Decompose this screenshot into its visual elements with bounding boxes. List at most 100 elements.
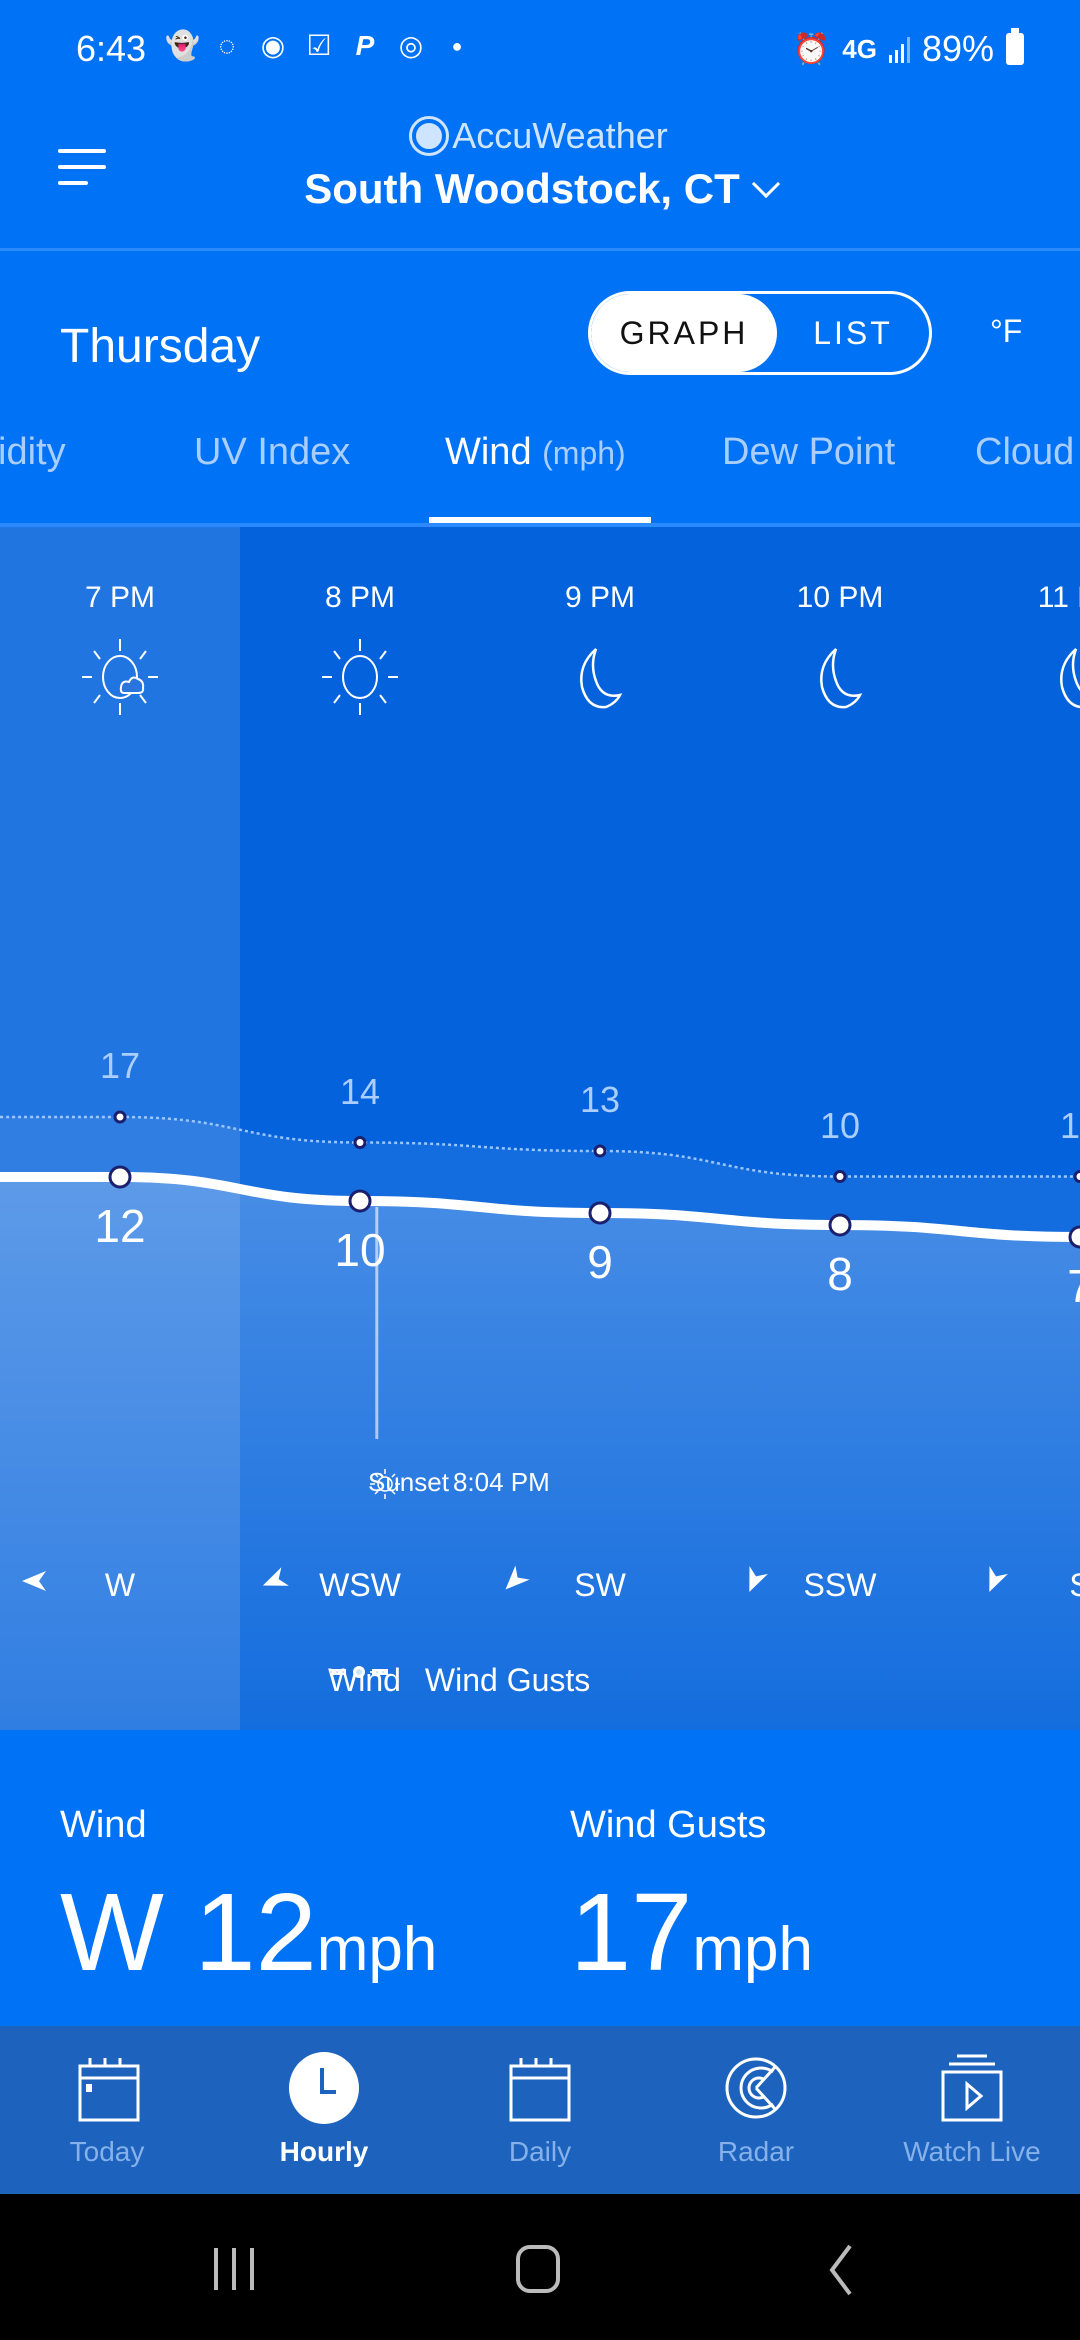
signal-strength-icon [888, 35, 910, 63]
gust-value-label: 10 [1059, 1104, 1080, 1146]
wind-details-panel: Wind W 12mph Wind Gusts 17mph [0, 1730, 1080, 2026]
gust-value-label: 13 [579, 1079, 621, 1120]
gust-point [1073, 1170, 1080, 1183]
sunny-icon [320, 637, 400, 717]
recent-apps-button[interactable] [206, 2244, 262, 2294]
nav-daily[interactable]: Daily [450, 2052, 630, 2168]
wind-direction: W [60, 1871, 164, 1994]
messenger-icon: ◉ [260, 30, 286, 61]
wind-point [828, 1213, 852, 1237]
gust-point [833, 1170, 847, 1183]
view-toggle: GRAPH LIST [588, 291, 932, 375]
nav-daily-label: Daily [508, 2136, 572, 2167]
nav-hourly[interactable]: Hourly [234, 2052, 414, 2168]
tab-uv-index[interactable]: UV Index [194, 431, 350, 474]
wind-direction-label: W [20, 1567, 220, 1604]
gusts-details-value: 17mph [570, 1878, 813, 1988]
list-toggle-button[interactable]: LIST [777, 294, 929, 372]
hour-label: 11 PM [1037, 581, 1080, 614]
legend-gusts-label: Wind Gusts [424, 1662, 591, 1698]
wind-point [108, 1165, 132, 1189]
back-button[interactable] [822, 2244, 862, 2296]
hour-label: 10 PM [796, 581, 884, 614]
nav-today-label: Today [69, 2136, 145, 2167]
clock-icon [289, 2052, 359, 2124]
unit-toggle[interactable]: °F [990, 313, 1022, 350]
wind-point [1068, 1225, 1080, 1249]
calendar-today-icon [78, 2058, 140, 2122]
location-name: South Woodstock, CT [304, 165, 740, 212]
hour-label: 7 PM [84, 581, 156, 614]
app-header: AccuWeather South Woodstock, CT [0, 105, 1080, 250]
status-bar: 6:43 👻 ◌ ◉ ☑ P ◎ ● ⏰ 4G 89% [0, 0, 1080, 105]
callfilter-icon: ☑ [306, 30, 332, 61]
gusts-details-label: Wind Gusts [570, 1804, 767, 1846]
nav-hourly-label: Hourly [279, 2136, 369, 2167]
nav-today[interactable]: Today [17, 2052, 197, 2168]
wind-chart-svg [0, 1110, 1080, 1730]
sunset-sun-icon [370, 1469, 400, 1499]
dot-icon: ● [451, 36, 463, 56]
tv-play-icon [941, 2054, 1003, 2122]
nav-radar[interactable]: Radar [666, 2052, 846, 2168]
wind-arrow-icon [505, 1565, 530, 1590]
accuweather-sun-icon [409, 116, 450, 156]
wind-arrow-icon [749, 1566, 768, 1593]
tab-wind[interactable]: Wind (mph) [445, 431, 626, 474]
chevron-down-icon [751, 169, 780, 199]
legend-gusts-swatch [330, 1669, 388, 1675]
tab-humidity[interactable]: idity [0, 431, 66, 474]
direction-text: SW [574, 1567, 626, 1603]
wind-arrow-icon [22, 1571, 46, 1591]
wind-direction-label: SW [500, 1565, 700, 1604]
hour-label: 8 PM [324, 581, 396, 614]
battery-percent: 89% [921, 28, 994, 69]
radar-icon [725, 2057, 787, 2119]
partly-sunny-icon [80, 637, 160, 717]
wind-value-label: 8 [827, 1248, 853, 1300]
instagram-icon: ◎ [398, 30, 424, 61]
graph-toggle-button[interactable]: GRAPH [591, 294, 777, 372]
wind-unit: mph [316, 1915, 438, 1984]
gust-point [593, 1144, 607, 1158]
moon-icon [1040, 637, 1080, 717]
gust-point [353, 1136, 367, 1149]
day-row: Thursday GRAPH LIST °F [0, 251, 1080, 411]
nav-radar-label: Radar [717, 2136, 795, 2167]
nav-watch-live[interactable]: Watch Live [882, 2052, 1062, 2168]
wind-value-label: 12 [94, 1200, 146, 1252]
wind-chart[interactable]: 7 PM 17 12 W 8 PM 14 10 WSW 9 PM 13 9 SW 10 PM 10 8 SSW… [0, 527, 1080, 1730]
tab-dew-point[interactable]: Dew Point [722, 431, 895, 474]
gust-value-label: 14 [339, 1070, 381, 1112]
moon-icon [560, 637, 640, 717]
wind-point [348, 1189, 372, 1213]
direction-text: S [1069, 1567, 1080, 1603]
direction-text: W [104, 1567, 136, 1603]
battery-icon [1006, 28, 1024, 65]
wind-direction-label: SSW [740, 1566, 940, 1604]
gusts-speed: 17 [570, 1871, 693, 1994]
wind-direction-label: WSW [260, 1567, 460, 1604]
paypal-icon: P [355, 30, 375, 61]
wind-value-label: 7 [1030, 1259, 1080, 1313]
tab-cloud-cover[interactable]: Cloud [975, 431, 1074, 474]
chart-legend: Wind Wind Gusts [328, 1662, 590, 1699]
status-time: 6:43 [76, 28, 147, 69]
snapchat-icon: 👻 [165, 30, 200, 61]
wind-speed: 12 [194, 1871, 317, 1994]
gust-value-label: 17 [99, 1045, 141, 1086]
wind-direction-label: S [980, 1566, 1080, 1604]
system-nav-bar [0, 2194, 1080, 2340]
home-button[interactable] [510, 2244, 566, 2294]
metric-tabs: idity UV Index Wind (mph) Dew Point Clou… [0, 411, 1080, 527]
bottom-nav: Today Hourly Daily Radar Watch Live [0, 2026, 1080, 2194]
gust-point [113, 1110, 127, 1124]
day-title: Thursday [60, 320, 261, 373]
gust-value-label: 10 [819, 1104, 861, 1146]
network-icon: 4G [842, 33, 877, 64]
signal-icon: ◌ [218, 30, 236, 61]
wind-arrow-icon [262, 1567, 289, 1586]
location-selector[interactable]: South Woodstock, CT [0, 165, 1080, 213]
direction-text: WSW [319, 1567, 401, 1603]
direction-text: SSW [803, 1567, 877, 1603]
